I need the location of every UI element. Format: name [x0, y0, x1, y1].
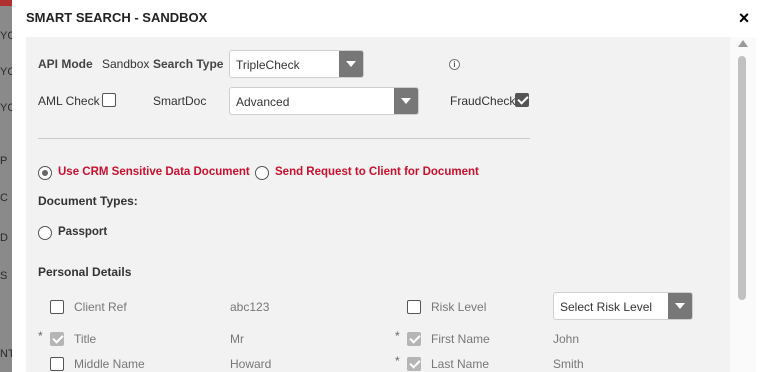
smartdoc-select[interactable]: Advanced [229, 87, 419, 115]
page-backdrop: YC YC YC P C D S NT [0, 0, 12, 372]
chevron-down-icon [668, 293, 692, 319]
middle-name-value: Howard [230, 357, 272, 371]
personal-details-heading: Personal Details [38, 265, 132, 279]
smart-search-modal: SMART SEARCH - SANDBOX × API Mode Sandbo… [12, 0, 768, 372]
api-mode-value: Sandbox [102, 57, 150, 71]
backdrop-text: NT [0, 348, 12, 360]
middle-name-checkbox[interactable] [50, 357, 64, 371]
chevron-down-icon [339, 51, 363, 77]
send-request-label[interactable]: Send Request to Client for Document [275, 166, 479, 178]
risk-level-selected: Select Risk Level [560, 300, 653, 314]
client-ref-checkbox[interactable] [50, 300, 64, 314]
client-ref-label: Client Ref [74, 300, 127, 314]
smartdoc-selected: Advanced [236, 95, 290, 109]
backdrop-text: C [0, 192, 8, 204]
backdrop-text: D [0, 232, 8, 244]
risk-level-label: Risk Level [431, 300, 487, 314]
last-name-checkbox[interactable] [407, 357, 421, 371]
risk-level-select[interactable]: Select Risk Level [553, 292, 693, 320]
last-name-label: Last Name [431, 357, 490, 371]
smartdoc-label: SmartDoc [153, 94, 207, 108]
passport-label[interactable]: Passport [58, 226, 107, 238]
modal-scrollbar[interactable] [730, 37, 756, 372]
use-crm-document-label[interactable]: Use CRM Sensitive Data Document [58, 166, 250, 178]
close-icon[interactable]: × [736, 8, 752, 28]
aml-check-label: AML Check [38, 94, 100, 108]
backdrop-text: YC [0, 66, 12, 78]
required-marker: * [395, 329, 400, 343]
client-ref-value: abc123 [230, 300, 270, 314]
backdrop-header-strip [0, 0, 12, 6]
scroll-up-arrow-icon[interactable] [738, 40, 748, 47]
section-divider [38, 138, 530, 139]
api-mode-label: API Mode [38, 57, 93, 71]
risk-level-checkbox[interactable] [407, 300, 421, 314]
use-crm-document-radio[interactable] [38, 166, 52, 180]
backdrop-text: YC [0, 102, 12, 114]
fraud-check-checkbox[interactable] [515, 93, 529, 107]
backdrop-text: YC [0, 30, 12, 42]
title-label: Title [74, 332, 97, 346]
search-type-label: Search Type [153, 57, 224, 71]
last-name-value: Smith [553, 357, 584, 371]
modal-title: SMART SEARCH - SANDBOX [26, 10, 208, 25]
info-icon[interactable]: i [449, 59, 460, 70]
aml-check-checkbox[interactable] [102, 93, 116, 107]
send-request-radio[interactable] [255, 166, 269, 180]
backdrop-text: S [0, 270, 8, 282]
document-types-heading: Document Types: [38, 194, 138, 208]
first-name-value: John [553, 332, 580, 346]
first-name-checkbox[interactable] [407, 332, 421, 346]
chevron-down-icon [394, 88, 418, 114]
passport-radio[interactable] [38, 226, 52, 240]
modal-content-panel: API Mode Sandbox Search Type TripleCheck… [26, 37, 730, 372]
scrollbar-thumb[interactable] [738, 56, 746, 300]
first-name-label: First Name [431, 332, 490, 346]
fraud-check-label: FraudCheck [450, 94, 516, 108]
required-marker: * [395, 354, 400, 368]
title-value: Mr [230, 332, 244, 346]
required-marker: * [38, 329, 43, 343]
title-checkbox[interactable] [50, 332, 64, 346]
search-type-selected: TripleCheck [236, 58, 300, 72]
middle-name-label: Middle Name [74, 357, 145, 371]
backdrop-text: P [0, 155, 8, 167]
search-type-select[interactable]: TripleCheck [229, 50, 364, 78]
